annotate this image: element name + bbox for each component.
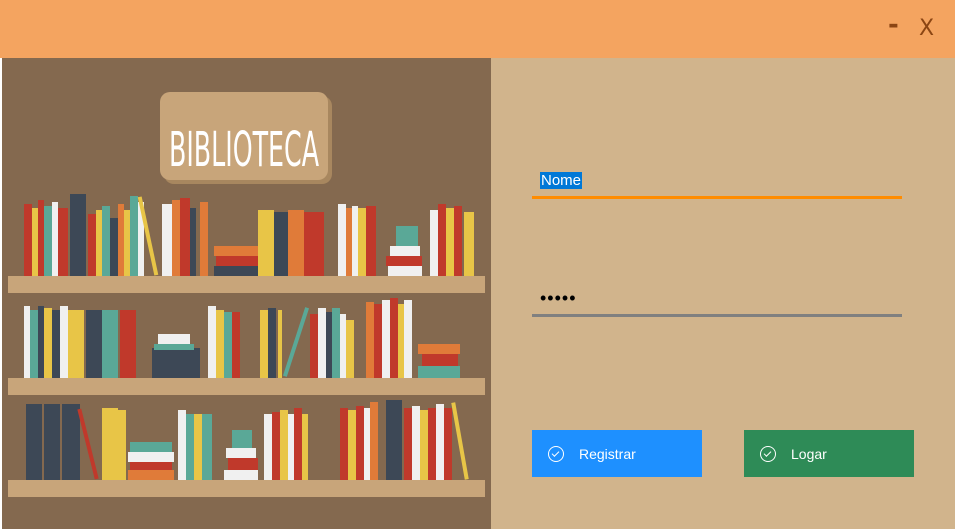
- books-shelf-2: [24, 298, 460, 378]
- check-circle-icon: [760, 445, 776, 462]
- close-button[interactable]: X: [919, 16, 934, 41]
- books-shelf-3: [26, 400, 469, 480]
- register-button[interactable]: Registrar: [532, 430, 702, 477]
- books-shelf-1: [24, 194, 474, 276]
- shelf-top: [8, 276, 485, 293]
- register-button-label: Registrar: [579, 445, 636, 462]
- username-selected-text: Nome: [540, 172, 583, 189]
- login-button-label: Logar: [791, 445, 827, 462]
- shelf-bottom: [8, 480, 485, 497]
- password-input[interactable]: •••••: [540, 288, 577, 309]
- username-underline: [532, 196, 902, 199]
- password-underline: [532, 314, 902, 317]
- shelf-middle: [8, 378, 485, 395]
- username-input[interactable]: Nome: [540, 172, 583, 189]
- check-circle-icon: [548, 445, 564, 462]
- bookshelf-illustration: BIBLIOTECA: [2, 58, 491, 529]
- minimize-button[interactable]: -: [888, 10, 899, 40]
- login-button[interactable]: Logar: [744, 430, 914, 477]
- bookshelf-image: BIBLIOTECA: [8, 92, 485, 497]
- sign-text: BIBLIOTECA: [169, 122, 319, 178]
- title-bar: - X: [0, 0, 955, 58]
